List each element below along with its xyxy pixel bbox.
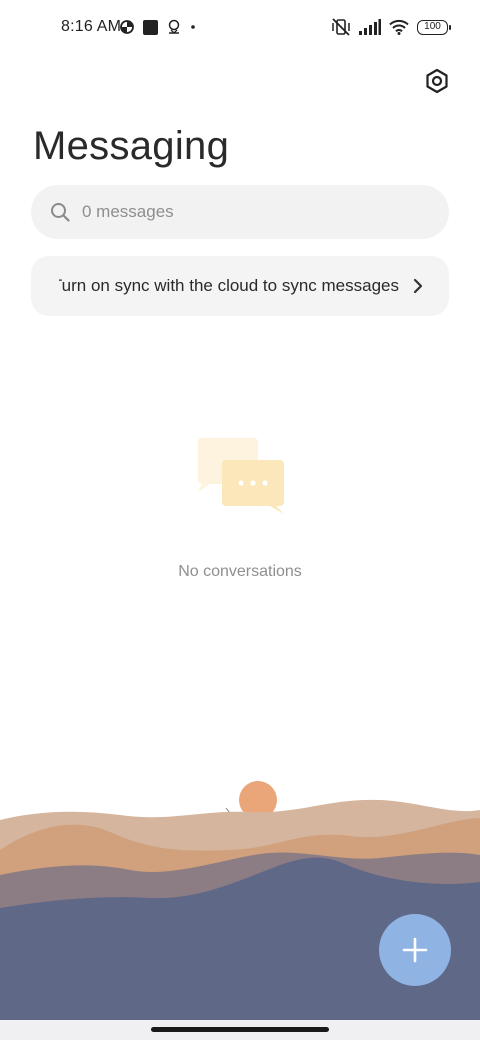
status-left-icons bbox=[120, 19, 196, 35]
search-icon bbox=[51, 203, 70, 222]
chevron-right-icon bbox=[413, 278, 423, 294]
battery-indicator: 100 bbox=[417, 19, 451, 35]
square-notification-icon bbox=[143, 19, 158, 35]
vibrate-mute-icon bbox=[332, 18, 350, 36]
status-bar: 8:16 AM 100 bbox=[0, 0, 480, 56]
sync-banner[interactable]: Turn on sync with the cloud to sync mess… bbox=[31, 256, 449, 316]
navigation-bar bbox=[0, 1020, 480, 1040]
empty-state-text: No conversations bbox=[178, 563, 302, 580]
location-pin-icon bbox=[168, 19, 180, 34]
search-placeholder: 0 messages bbox=[82, 202, 174, 221]
sync-banner-label: Turn on sync with the cloud to sync mess… bbox=[59, 276, 399, 295]
data-saver-icon bbox=[120, 20, 134, 34]
plus-icon bbox=[402, 937, 428, 963]
settings-button[interactable] bbox=[422, 66, 452, 96]
signal-icon bbox=[359, 19, 381, 35]
chat-bubbles-icon bbox=[197, 437, 284, 514]
page-title: Messaging bbox=[33, 124, 230, 168]
status-time: 8:16 AM bbox=[61, 18, 122, 35]
sync-banner-text: Turn on sync with the cloud to sync mess… bbox=[59, 276, 399, 296]
home-indicator[interactable] bbox=[151, 1027, 329, 1032]
settings-hexagon-icon bbox=[426, 68, 448, 94]
wifi-icon bbox=[389, 19, 409, 35]
status-right-icons: 100 bbox=[331, 18, 451, 36]
new-message-button[interactable] bbox=[379, 914, 451, 986]
dot-icon bbox=[191, 25, 195, 29]
